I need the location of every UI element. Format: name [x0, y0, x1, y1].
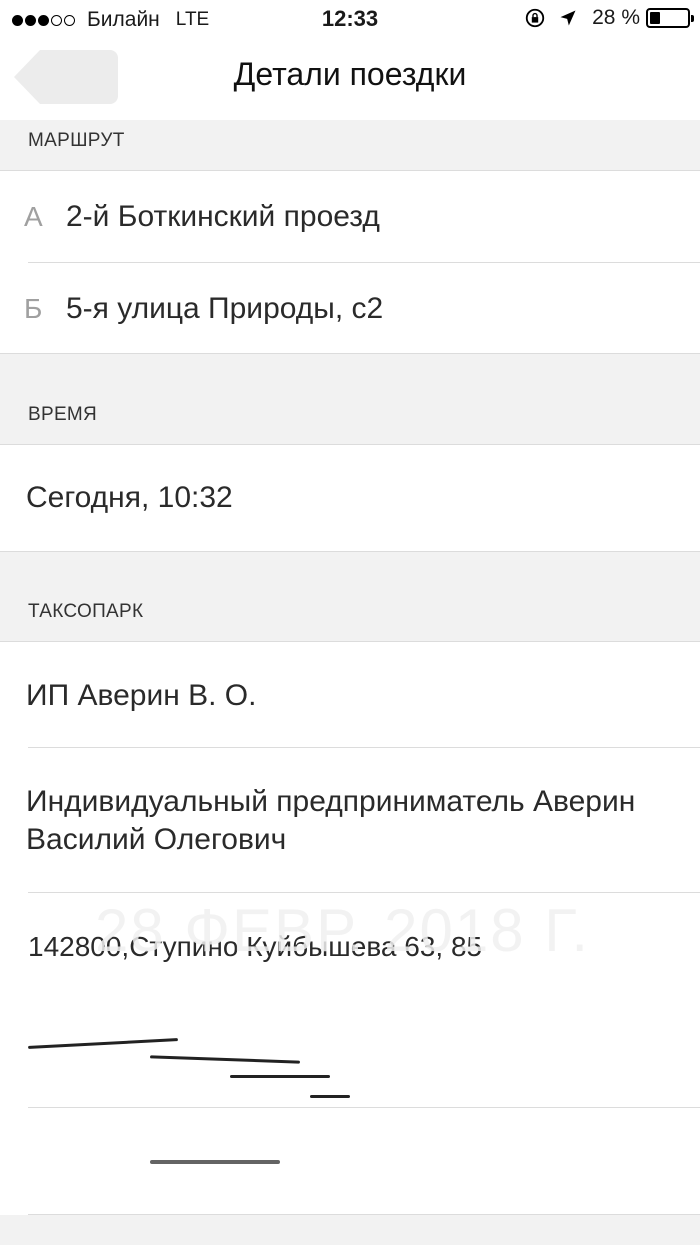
section-header-time: ВРЕМЯ: [0, 353, 700, 445]
page-title: Детали поездки: [233, 56, 467, 92]
taxi-park-full-name-row: Индивидуальный предприниматель Аверин Ва…: [0, 748, 700, 892]
redaction-mark: [310, 1095, 350, 1098]
status-right: 28 %: [524, 6, 694, 30]
route-point-b[interactable]: Б 5-я улица Природы, с2: [0, 263, 700, 353]
section-header-taxi-park: ТАКСОПАРК: [0, 551, 700, 642]
route-letter: Б: [24, 293, 43, 324]
rotation-lock-icon: [525, 8, 545, 28]
taxi-park-full-name-line2: Василий Олегович: [26, 823, 287, 856]
redaction-mark: [230, 1075, 330, 1078]
section-footer: [0, 1215, 700, 1245]
redaction-mark: [150, 1160, 280, 1164]
route-letter: А: [24, 201, 43, 232]
location-arrow-icon: [560, 10, 576, 26]
divider: [28, 1107, 700, 1108]
taxi-park-full-name-line1: Индивидуальный предприниматель Аверин: [26, 785, 636, 818]
battery-percent: 28 %: [592, 6, 640, 29]
status-bar: Билайн LTE 12:33 28 %: [0, 0, 700, 40]
battery-icon: [646, 8, 694, 28]
navigation-bar: Детали поездки: [0, 40, 700, 120]
date-watermark: 28 ФЕВР. 2018 Г.: [95, 897, 591, 964]
redaction-mark: [28, 1038, 178, 1049]
taxi-park-name: ИП Аверин В. О.: [26, 679, 257, 712]
taxi-park-name-row: ИП Аверин В. О.: [0, 642, 700, 747]
redaction-mark: [149, 1055, 301, 1064]
route-address: 2-й Боткинский проезд: [66, 200, 380, 233]
route-address: 5-я улица Природы, с2: [66, 292, 384, 325]
section-title: ВРЕМЯ: [28, 404, 98, 425]
section-header-route: МАРШРУТ: [0, 120, 700, 171]
time-value: Сегодня, 10:32: [26, 481, 233, 514]
section-title: МАРШРУТ: [28, 130, 125, 151]
route-point-a[interactable]: А 2-й Боткинский проезд: [0, 171, 700, 262]
time-row: Сегодня, 10:32: [0, 445, 700, 551]
battery-level: [650, 12, 661, 24]
section-title: ТАКСОПАРК: [28, 601, 144, 622]
